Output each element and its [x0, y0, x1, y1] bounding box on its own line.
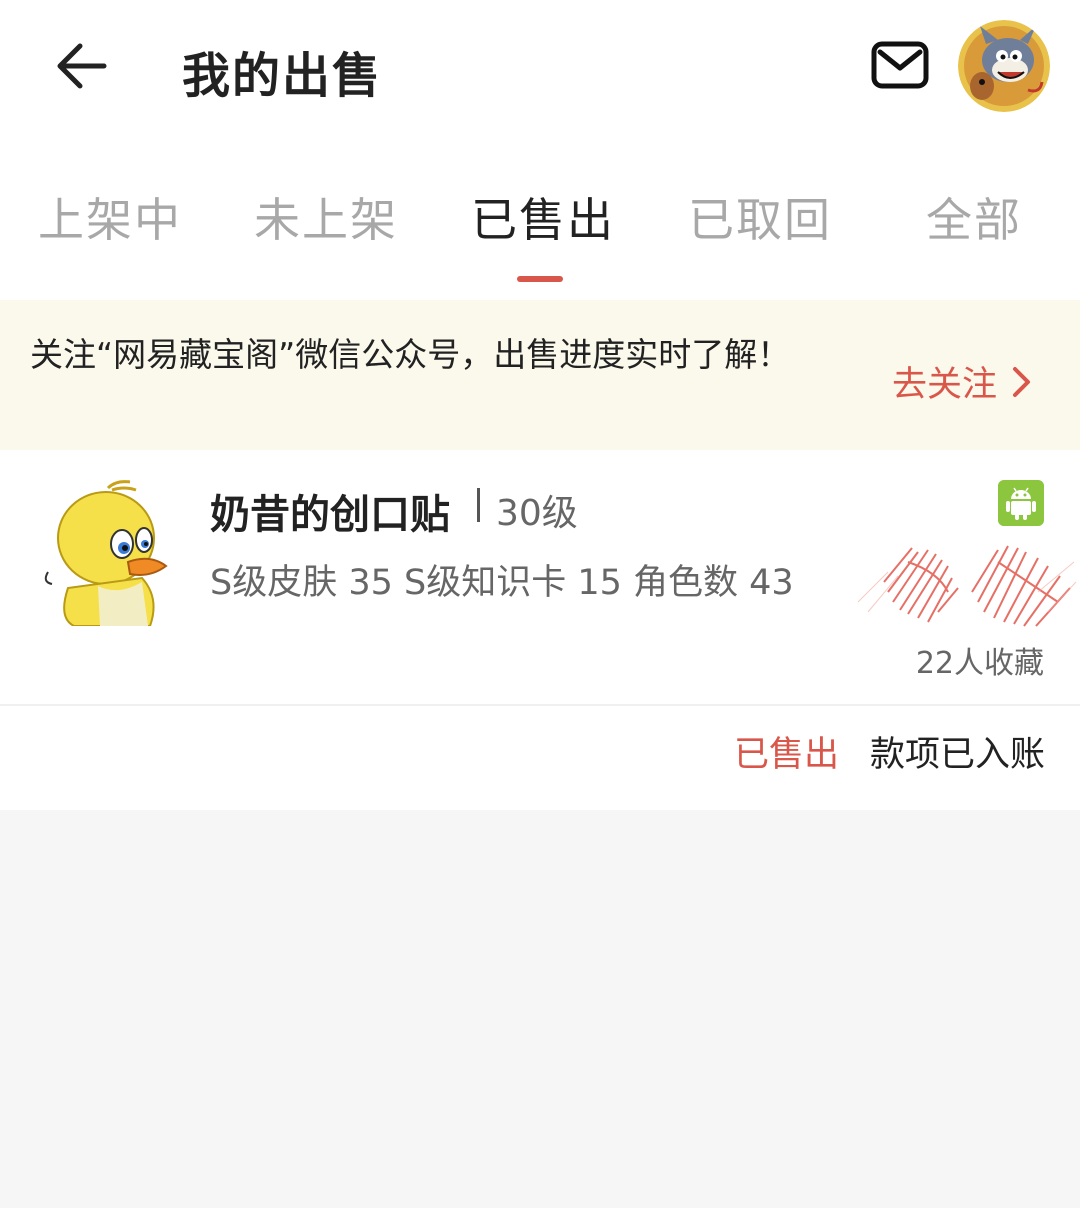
chevron-right-icon [1013, 366, 1031, 397]
notice-text: 关注“网易藏宝阁”微信公众号，出售进度实时了解！ [30, 335, 791, 374]
role-name: 奶昔的创口贴 [210, 492, 450, 538]
status-label: 已售出 [734, 735, 840, 775]
card-divider [0, 704, 1080, 706]
tab-not-listed[interactable]: 未上架 [254, 184, 398, 250]
name-level-divider [477, 488, 480, 522]
tab-all[interactable]: 全部 [926, 184, 1022, 250]
avatar-cat-icon [958, 20, 1050, 112]
tab-bar: 上架中 未上架 已售出 已取回 全部 [0, 140, 1080, 300]
tab-retrieved[interactable]: 已取回 [688, 184, 832, 250]
android-icon [998, 480, 1044, 526]
role-level: 30级 [496, 493, 578, 534]
role-stats: S级皮肤 35 S级知识卡 15 角色数 43 [210, 563, 794, 603]
mail-icon[interactable] [870, 38, 930, 94]
page-title: 我的出售 [182, 48, 383, 104]
price-redaction-scribble [857, 545, 1077, 627]
top-bar: 我的出售 [0, 0, 1080, 140]
payment-status-label: 款项已入账 [870, 735, 1046, 775]
role-thumbnail [44, 480, 168, 626]
follow-label: 去关注 [892, 365, 998, 405]
active-tab-indicator [517, 276, 563, 282]
avatar[interactable] [958, 20, 1050, 112]
tab-sold[interactable]: 已售出 [471, 184, 615, 250]
tab-on-sale[interactable]: 上架中 [38, 184, 182, 250]
wechat-follow-notice: 关注“网易藏宝阁”微信公众号，出售进度实时了解！ 去关注 [0, 300, 1080, 450]
favorites-count: 22人收藏 [915, 646, 1044, 681]
back-arrow-icon[interactable] [52, 34, 116, 98]
follow-button[interactable]: 去关注 [892, 356, 1033, 407]
listing-card[interactable]: 奶昔的创口贴 30级 S级皮肤 35 S级知识卡 15 角色数 43 22人收藏… [0, 450, 1080, 810]
